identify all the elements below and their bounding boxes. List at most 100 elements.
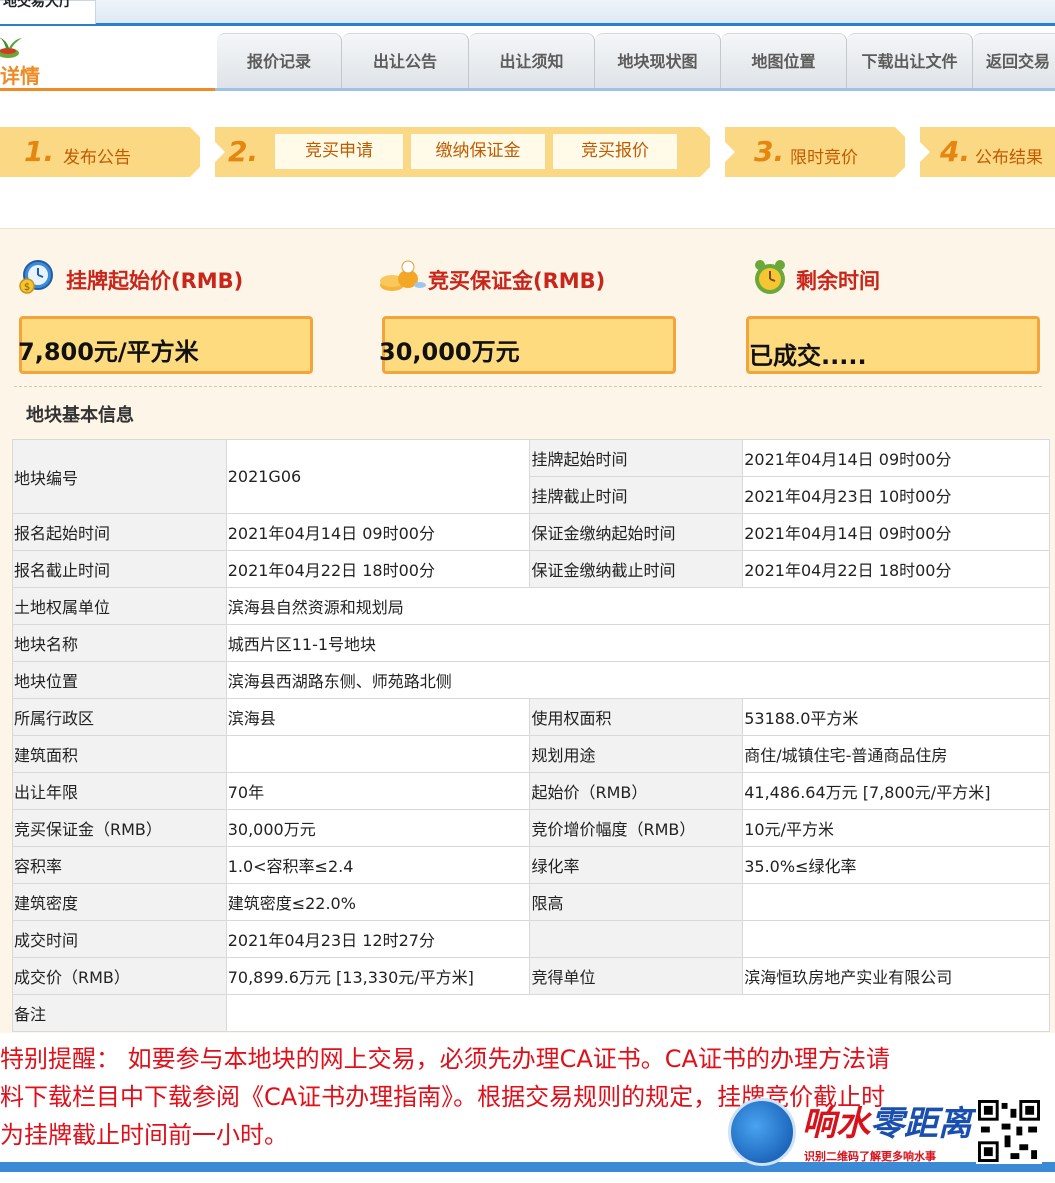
cell-value: 35.0%≤绿化率 (742, 846, 1050, 884)
cell-key: 竞价增价幅度（RMB） (529, 809, 744, 847)
table-row: 报名起始时间 2021年04月14日 09时00分 保证金缴纳起始时间 2021… (12, 513, 1050, 551)
cell-value: 滨海恒玖房地产实业有限公司 (742, 957, 1050, 995)
cell-key: 地块名称 (12, 624, 227, 662)
table-row: 备注 (12, 994, 1051, 1032)
table-row: 土地权属单位 滨海县自然资源和规划局 (12, 587, 1051, 625)
tab-notice[interactable]: 出让须知 (469, 33, 595, 88)
table-row: 报名截止时间 2021年04月22日 18时00分 保证金缴纳截止时间 2021… (12, 550, 1050, 588)
cell-value (225, 994, 1051, 1032)
deposit-box: 30,000万元 (379, 316, 676, 374)
cell-value: 2021年04月23日 12时27分 (225, 920, 531, 958)
table-row: 出让年限 70年 起始价（RMB） 41,486.64万元 [7,800元/平方… (12, 772, 1050, 810)
start-price-box: 7,800元/平方米 (18, 316, 313, 374)
step-3-label: 限时竞价 (790, 148, 858, 168)
table-row: 地块名称 城西片区11-1号地块 (12, 624, 1051, 662)
cell-value (225, 735, 531, 773)
step-gap-3 (905, 127, 930, 177)
cell-value: 2021年04月14日 09时00分 (742, 439, 1050, 477)
cell-value: 30,000万元 (225, 809, 531, 847)
table-row: 成交价（RMB） 70,899.6万元 [13,330元/平方米] 竞得单位 滨… (12, 957, 1050, 995)
tab-download-files[interactable]: 下载出让文件 (847, 33, 973, 88)
table-row: 所属行政区 滨海县 使用权面积 53188.0平方米 (12, 698, 1050, 736)
cell-key: 规划用途 (529, 735, 744, 773)
cell-key: 所属行政区 (12, 698, 227, 736)
cell-key: 竞得单位 (529, 957, 744, 995)
watermark-title: 响水零距离 (802, 1096, 972, 1145)
cell-key: 报名截止时间 (12, 550, 227, 588)
notice-line-1: 特别提醒： 如要参与本地块的网上交易，必须先办理CA证书。CA证书的办理方法请 (0, 1045, 890, 1073)
tab-map-location[interactable]: 地图位置 (721, 33, 847, 88)
cell-key: 保证金缴纳截止时间 (529, 550, 744, 588)
qr-code-icon (976, 1098, 1042, 1164)
step-3-number: 3. (754, 135, 785, 168)
cell-value: 70年 (225, 772, 531, 810)
cell-value (742, 920, 1050, 958)
cell-key: 容积率 (12, 846, 227, 884)
cell-value: 41,486.64万元 [7,800元/平方米] (742, 772, 1050, 810)
cell-key: 竞买保证金（RMB） (12, 809, 227, 847)
start-price-title: 挂牌起始价(RMB) (66, 269, 244, 293)
cell-value: 2021年04月23日 10时00分 (742, 476, 1050, 514)
cell-key: 成交时间 (12, 920, 227, 958)
progress-steps: 1. 发布公告 2. 竞买申请 缴纳保证金 竞买报价 3. 限时竞价 4. 公布… (0, 127, 1055, 177)
remaining-time-title: 剩余时间 (796, 269, 880, 293)
remaining-time-value: 已成交..... (749, 342, 867, 370)
svg-text:$: $ (24, 282, 30, 293)
divider (14, 386, 1042, 387)
cell-key: 地块位置 (12, 661, 227, 699)
cell-key: 建筑面积 (12, 735, 227, 773)
watermark-title-red: 响水 (802, 1104, 870, 1144)
cell-value: 1.0<容积率≤2.4 (225, 846, 531, 884)
info-panel: $ 挂牌起始价(RMB) 竞买保证金(RMB) 剩余时间 7,800元/平方米 … (0, 228, 1055, 1033)
table-row: 成交时间 2021年04月23日 12时27分 (12, 920, 1050, 958)
cell-value: 2021年04月22日 18时00分 (742, 550, 1050, 588)
step-2-apply: 竞买申请 (274, 133, 404, 170)
remaining-time-box: 已成交..... (746, 316, 1040, 374)
browser-tab[interactable]: 地交易大厅 (0, 0, 96, 24)
step-2-number: 2. (228, 135, 259, 168)
browser-tab-label: 地交易大厅 (3, 0, 73, 10)
table-row: 建筑面积 规划用途 商住/城镇住宅-普通商品住房 (12, 735, 1050, 773)
cell-key: 成交价（RMB） (12, 957, 227, 995)
step-2-deposit: 缴纳保证金 (410, 133, 546, 170)
cell-key (529, 920, 744, 958)
watermark-logo-icon (728, 1098, 796, 1166)
cell-key: 出让年限 (12, 772, 227, 810)
cell-key: 起始价（RMB） (529, 772, 744, 810)
alarm-clock-icon (755, 260, 785, 294)
step-4-label: 公布结果 (975, 148, 1043, 168)
plant-logo-icon (0, 37, 22, 58)
step-1-number: 1. (24, 135, 55, 168)
page-header: 详情 报价记录 出让公告 出让须知 地块现状图 地图位置 下载出让文件 返回交易 (0, 29, 1055, 91)
step-4-number: 4. (940, 135, 971, 168)
cell-key: 使用权面积 (529, 698, 744, 736)
cell-key: 绿化率 (529, 846, 744, 884)
cell-key: 备注 (12, 994, 227, 1032)
cell-key: 报名起始时间 (12, 513, 227, 551)
section-title: 地块基本信息 (26, 405, 134, 426)
cell-value: 建筑密度≤22.0% (225, 883, 531, 921)
step-1-label: 发布公告 (63, 148, 131, 168)
nav-tabs: 报价记录 出让公告 出让须知 地块现状图 地图位置 下载出让文件 返回交易 (215, 33, 1055, 91)
page-title: 详情 (0, 64, 40, 88)
step-gap-2 (710, 127, 735, 177)
cell-key: 建筑密度 (12, 883, 227, 921)
tab-bid-records[interactable]: 报价记录 (217, 33, 342, 88)
cell-value: 滨海县 (225, 698, 531, 736)
deposit-value: 30,000万元 (379, 338, 520, 366)
watermark-subtitle: 识别二维码了解更多响水事 (804, 1150, 936, 1163)
cell-value: 城西片区11-1号地块 (225, 624, 1051, 662)
tab-announcement[interactable]: 出让公告 (342, 33, 469, 88)
step-2-bid: 竞买报价 (552, 133, 678, 170)
tab-status-map[interactable]: 地块现状图 (595, 33, 721, 88)
table-row: 容积率 1.0<容积率≤2.4 绿化率 35.0%≤绿化率 (12, 846, 1050, 884)
table-row: 地块位置 滨海县西湖路东侧、师苑路北侧 (12, 661, 1051, 699)
land-info-table: 地块编号 2021G06 挂牌起始时间 2021年04月14日 09时00分 挂… (12, 439, 1051, 1032)
cell-key: 地块编号 (12, 439, 227, 514)
cell-value: 53188.0平方米 (742, 698, 1050, 736)
cell-value: 70,899.6万元 [13,330元/平方米] (225, 957, 531, 995)
deposit-title: 竞买保证金(RMB) (428, 269, 606, 293)
cell-value: 滨海县自然资源和规划局 (225, 587, 1051, 625)
tab-return[interactable]: 返回交易 (973, 33, 1055, 88)
start-price-value: 7,800元/平方米 (18, 338, 199, 366)
